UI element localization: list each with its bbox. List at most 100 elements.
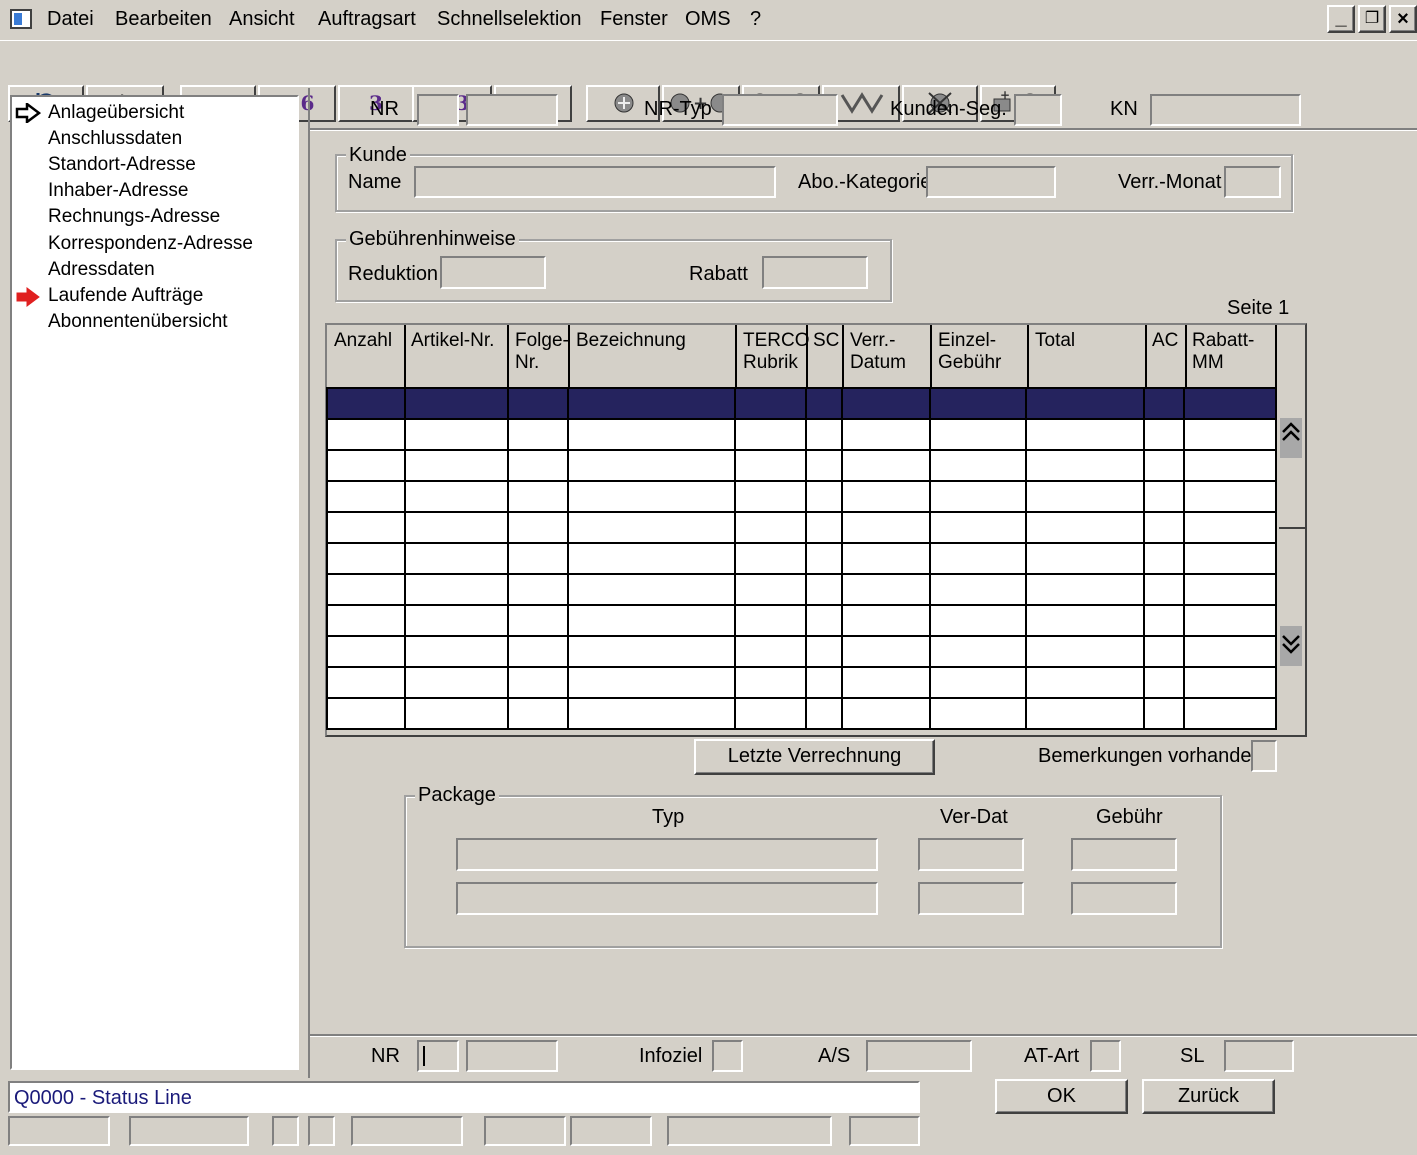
table-cell[interactable] [1143, 604, 1186, 637]
table-cell[interactable] [1183, 542, 1277, 575]
table-cell[interactable] [734, 480, 807, 513]
table-cell[interactable] [506, 573, 570, 606]
table-cell[interactable] [326, 480, 406, 513]
table-cell[interactable] [928, 418, 1028, 451]
table-cell[interactable] [1183, 604, 1277, 637]
table-row[interactable] [326, 418, 1277, 451]
table-cell[interactable] [840, 573, 931, 606]
table-cell[interactable] [734, 573, 807, 606]
abo-kategorie-field[interactable] [926, 166, 1056, 198]
menu-datei[interactable]: Datei [47, 8, 94, 30]
table-cell[interactable] [1025, 480, 1146, 513]
table-cell[interactable] [1025, 542, 1146, 575]
table-cell[interactable] [506, 449, 570, 482]
table-cell[interactable] [506, 511, 570, 544]
table-cell[interactable] [567, 480, 737, 513]
table-cell[interactable] [506, 604, 570, 637]
menu-fenster[interactable]: Fenster [600, 8, 668, 30]
minimize-icon[interactable]: _ [1327, 5, 1355, 33]
table-cell[interactable] [403, 418, 509, 451]
table-cell[interactable] [1183, 387, 1277, 420]
table-cell[interactable] [928, 573, 1028, 606]
table-row[interactable] [326, 697, 1277, 730]
table-cell[interactable] [1143, 666, 1186, 699]
table-cell[interactable] [1025, 418, 1146, 451]
table-cell[interactable] [326, 387, 406, 420]
table-cell[interactable] [1143, 697, 1186, 730]
table-cell[interactable] [1183, 480, 1277, 513]
table-cell[interactable] [403, 573, 509, 606]
table-cell[interactable] [1025, 666, 1146, 699]
table-cell[interactable] [804, 480, 843, 513]
table-cell[interactable] [567, 387, 737, 420]
table-row[interactable] [326, 480, 1277, 513]
nav-item-korrespondenz-adresse[interactable]: Korrespondenz-Adresse [48, 233, 253, 255]
table-cell[interactable] [403, 511, 509, 544]
table-cell[interactable] [403, 697, 509, 730]
nav-item-anlageuebersicht[interactable]: Anlageübersicht [48, 102, 184, 124]
nr-field-1[interactable] [417, 94, 459, 126]
menu-bearbeiten[interactable]: Bearbeiten [115, 8, 212, 30]
table-cell[interactable] [403, 604, 509, 637]
table-cell[interactable] [1025, 573, 1146, 606]
nav-item-standort-adresse[interactable]: Standort-Adresse [48, 154, 196, 176]
table-cell[interactable] [506, 480, 570, 513]
table-cell[interactable] [1183, 697, 1277, 730]
nr-typ-field[interactable] [722, 94, 838, 126]
nav-item-anschlussdaten[interactable]: Anschlussdaten [48, 128, 182, 150]
table-cell[interactable] [567, 635, 737, 668]
table-cell[interactable] [326, 666, 406, 699]
table-cell[interactable] [1183, 418, 1277, 451]
close-icon[interactable]: × [1389, 5, 1417, 33]
table-cell[interactable] [1143, 449, 1186, 482]
table-cell[interactable] [326, 511, 406, 544]
table-cell[interactable] [1143, 635, 1186, 668]
table-row[interactable] [326, 635, 1277, 668]
package-gebuehr-field-1[interactable] [1071, 838, 1177, 871]
table-cell[interactable] [840, 511, 931, 544]
nav-item-abonnentenuebersicht[interactable]: Abonnentenübersicht [48, 311, 228, 333]
table-cell[interactable] [928, 542, 1028, 575]
table-cell[interactable] [403, 666, 509, 699]
table-cell[interactable] [506, 387, 570, 420]
infoziel-field[interactable] [712, 1040, 743, 1072]
table-cell[interactable] [734, 511, 807, 544]
table-cell[interactable] [567, 573, 737, 606]
table-cell[interactable] [804, 697, 843, 730]
table-cell[interactable] [928, 666, 1028, 699]
as-field[interactable] [866, 1040, 972, 1072]
nr-field-2[interactable] [466, 94, 558, 126]
menu-auftragsart[interactable]: Auftragsart [318, 8, 416, 30]
table-cell[interactable] [840, 449, 931, 482]
table-row[interactable] [326, 511, 1277, 544]
table-cell[interactable] [326, 449, 406, 482]
table-cell[interactable] [326, 418, 406, 451]
table-cell[interactable] [326, 604, 406, 637]
table-cell[interactable] [928, 480, 1028, 513]
table-cell[interactable] [928, 449, 1028, 482]
table-cell[interactable] [1143, 542, 1186, 575]
bemerkungen-checkbox[interactable] [1251, 740, 1277, 772]
rabatt-field[interactable] [762, 256, 868, 289]
table-row[interactable] [326, 666, 1277, 699]
orders-table[interactable] [326, 387, 1277, 730]
name-field[interactable] [414, 166, 776, 198]
table-cell[interactable] [1025, 697, 1146, 730]
table-cell[interactable] [1143, 418, 1186, 451]
nav-item-rechnungs-adresse[interactable]: Rechnungs-Adresse [48, 206, 220, 228]
menu-schnellselektion[interactable]: Schnellselektion [437, 8, 582, 30]
restore-icon[interactable]: ❐ [1358, 5, 1386, 33]
table-cell[interactable] [840, 480, 931, 513]
at-art-field[interactable] [1090, 1040, 1121, 1072]
table-cell[interactable] [567, 449, 737, 482]
table-cell[interactable] [840, 542, 931, 575]
table-row[interactable] [326, 604, 1277, 637]
table-row-selected[interactable] [326, 387, 1277, 420]
table-cell[interactable] [734, 418, 807, 451]
table-cell[interactable] [804, 449, 843, 482]
table-cell[interactable] [567, 511, 737, 544]
table-cell[interactable] [1183, 449, 1277, 482]
table-cell[interactable] [840, 666, 931, 699]
table-cell[interactable] [804, 542, 843, 575]
table-row[interactable] [326, 449, 1277, 482]
